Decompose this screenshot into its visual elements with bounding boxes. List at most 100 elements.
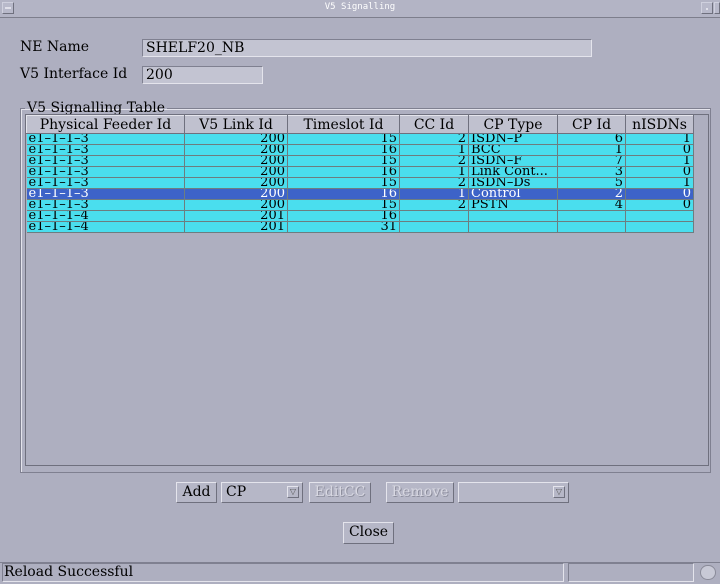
table-cell: 200: [184, 177, 288, 189]
table-cell: 15: [287, 199, 400, 211]
table-cell: 2: [399, 155, 469, 167]
status-message: Reload Successful: [2, 563, 564, 582]
table-cell: Link Cont...: [468, 166, 558, 178]
table-cell: ISDN–Ds: [468, 177, 558, 189]
remove-button[interactable]: Remove: [386, 482, 454, 503]
editcc-button[interactable]: EditCC: [309, 482, 371, 503]
title-bar[interactable]: V5 Signalling: [0, 0, 720, 18]
ne-name-field[interactable]: SHELF20_NB: [142, 39, 592, 57]
table-cell: 2: [399, 133, 469, 145]
v5-interface-label: V5 Interface Id: [20, 66, 128, 82]
table-cell: 2: [399, 177, 469, 189]
table-cell: 201: [184, 210, 288, 222]
table-cell: [399, 210, 469, 222]
table-cell: e1–1–1–3: [26, 144, 185, 156]
table-cell: 0: [625, 188, 694, 200]
table-cell: 4: [557, 199, 626, 211]
table-cell: 6: [557, 133, 626, 145]
table-cell: e1–1–1–4: [26, 221, 185, 233]
table-cell: 1: [557, 144, 626, 156]
col-cc-id[interactable]: CC Id: [399, 115, 469, 134]
table-cell: PSTN: [468, 199, 558, 211]
col-timeslot-id[interactable]: Timeslot Id: [287, 115, 400, 134]
table-cell: 200: [184, 133, 288, 145]
table-cell: 16: [287, 144, 400, 156]
table-cell: [625, 221, 694, 233]
table-cell: e1–1–1–3: [26, 188, 185, 200]
table-cell: [468, 221, 558, 233]
table-cell: e1–1–1–4: [26, 210, 185, 222]
minimize-icon[interactable]: [701, 2, 713, 14]
table-cell: 1: [625, 177, 694, 189]
table-cell: [468, 210, 558, 222]
table-row[interactable]: e1–1–1–3 200 16 1 BCC 1 0: [26, 144, 694, 156]
table-cell: 1: [399, 188, 469, 200]
table-row[interactable]: e1–1–1–3 200 15 2 PSTN 4 0: [26, 199, 694, 211]
table-row[interactable]: e1–1–1–3 200 15 2 ISDN–F 7 1: [26, 155, 694, 167]
table-cell: 3: [557, 166, 626, 178]
close-button[interactable]: Close: [343, 522, 394, 544]
table-cell: 200: [184, 199, 288, 211]
secondary-select[interactable]: ▽: [458, 482, 569, 503]
table-cell: 16: [287, 188, 400, 200]
table-cell: 16: [287, 166, 400, 178]
col-nisdns[interactable]: nISDNs: [625, 115, 694, 134]
table-cell: e1–1–1–3: [26, 133, 185, 145]
window-title: V5 Signalling: [324, 2, 396, 12]
table-cell: e1–1–1–3: [26, 199, 185, 211]
v5-signalling-window: V5 Signalling NE Name SHELF20_NB V5 Inte…: [0, 0, 720, 584]
table-cell: 16: [287, 210, 400, 222]
table-cell: 15: [287, 133, 400, 145]
status-indicator-icon: [700, 565, 716, 580]
table-cell: Control: [468, 188, 558, 200]
table-cell: 200: [184, 144, 288, 156]
chevron-down-icon: ▽: [287, 486, 299, 498]
type-select[interactable]: CP ▽: [221, 482, 303, 503]
v5-interface-field[interactable]: 200: [142, 66, 263, 84]
table-row[interactable]: e1–1–1–4 201 31: [26, 221, 694, 233]
col-v5-link-id[interactable]: V5 Link Id: [184, 115, 288, 134]
table-row[interactable]: e1–1–1–4 201 16: [26, 210, 694, 222]
table-cell: 0: [625, 166, 694, 178]
table-cell: e1–1–1–3: [26, 177, 185, 189]
table-cell: 1: [625, 133, 694, 145]
table-cell: 200: [184, 155, 288, 167]
table-cell: ISDN–F: [468, 155, 558, 167]
table-cell: [557, 210, 626, 222]
table-cell: 1: [625, 155, 694, 167]
table-cell: 7: [557, 155, 626, 167]
chevron-down-icon: ▽: [553, 486, 565, 498]
table-cell: 2: [557, 188, 626, 200]
table-cell: 0: [625, 199, 694, 211]
signalling-table-container[interactable]: Physical Feeder Id V5 Link Id Timeslot I…: [25, 114, 709, 466]
type-select-value: CP: [226, 484, 247, 500]
table-cell: [625, 210, 694, 222]
table-row[interactable]: e1–1–1–3 200 15 2 ISDN–P 6 1: [26, 133, 694, 145]
table-cell: 0: [625, 144, 694, 156]
status-cell: [568, 563, 694, 582]
table-cell: e1–1–1–3: [26, 166, 185, 178]
table-cell: e1–1–1–3: [26, 155, 185, 167]
table-cell: 2: [399, 199, 469, 211]
table-row[interactable]: e1–1–1–3 200 15 2 ISDN–Ds 5 1: [26, 177, 694, 189]
table-row[interactable]: e1–1–1–3 200 16 1 Link Cont... 3 0: [26, 166, 694, 178]
signalling-table: Physical Feeder Id V5 Link Id Timeslot I…: [26, 115, 694, 233]
add-button[interactable]: Add: [176, 482, 217, 503]
table-cell: 1: [399, 166, 469, 178]
table-cell: BCC: [468, 144, 558, 156]
table-cell: ISDN–P: [468, 133, 558, 145]
table-cell: 31: [287, 221, 400, 233]
table-row[interactable]: e1–1–1–3 200 16 1 Control 2 0: [26, 188, 694, 200]
table-cell: 15: [287, 155, 400, 167]
table-cell: [557, 221, 626, 233]
col-cp-id[interactable]: CP Id: [557, 115, 626, 134]
table-cell: 15: [287, 177, 400, 189]
col-physical-feeder-id[interactable]: Physical Feeder Id: [26, 115, 185, 134]
table-cell: 1: [399, 144, 469, 156]
col-cp-type[interactable]: CP Type: [468, 115, 558, 134]
table-cell: 201: [184, 221, 288, 233]
table-cell: 200: [184, 166, 288, 178]
table-cell: [399, 221, 469, 233]
maximize-icon[interactable]: [714, 2, 720, 14]
table-cell: 5: [557, 177, 626, 189]
